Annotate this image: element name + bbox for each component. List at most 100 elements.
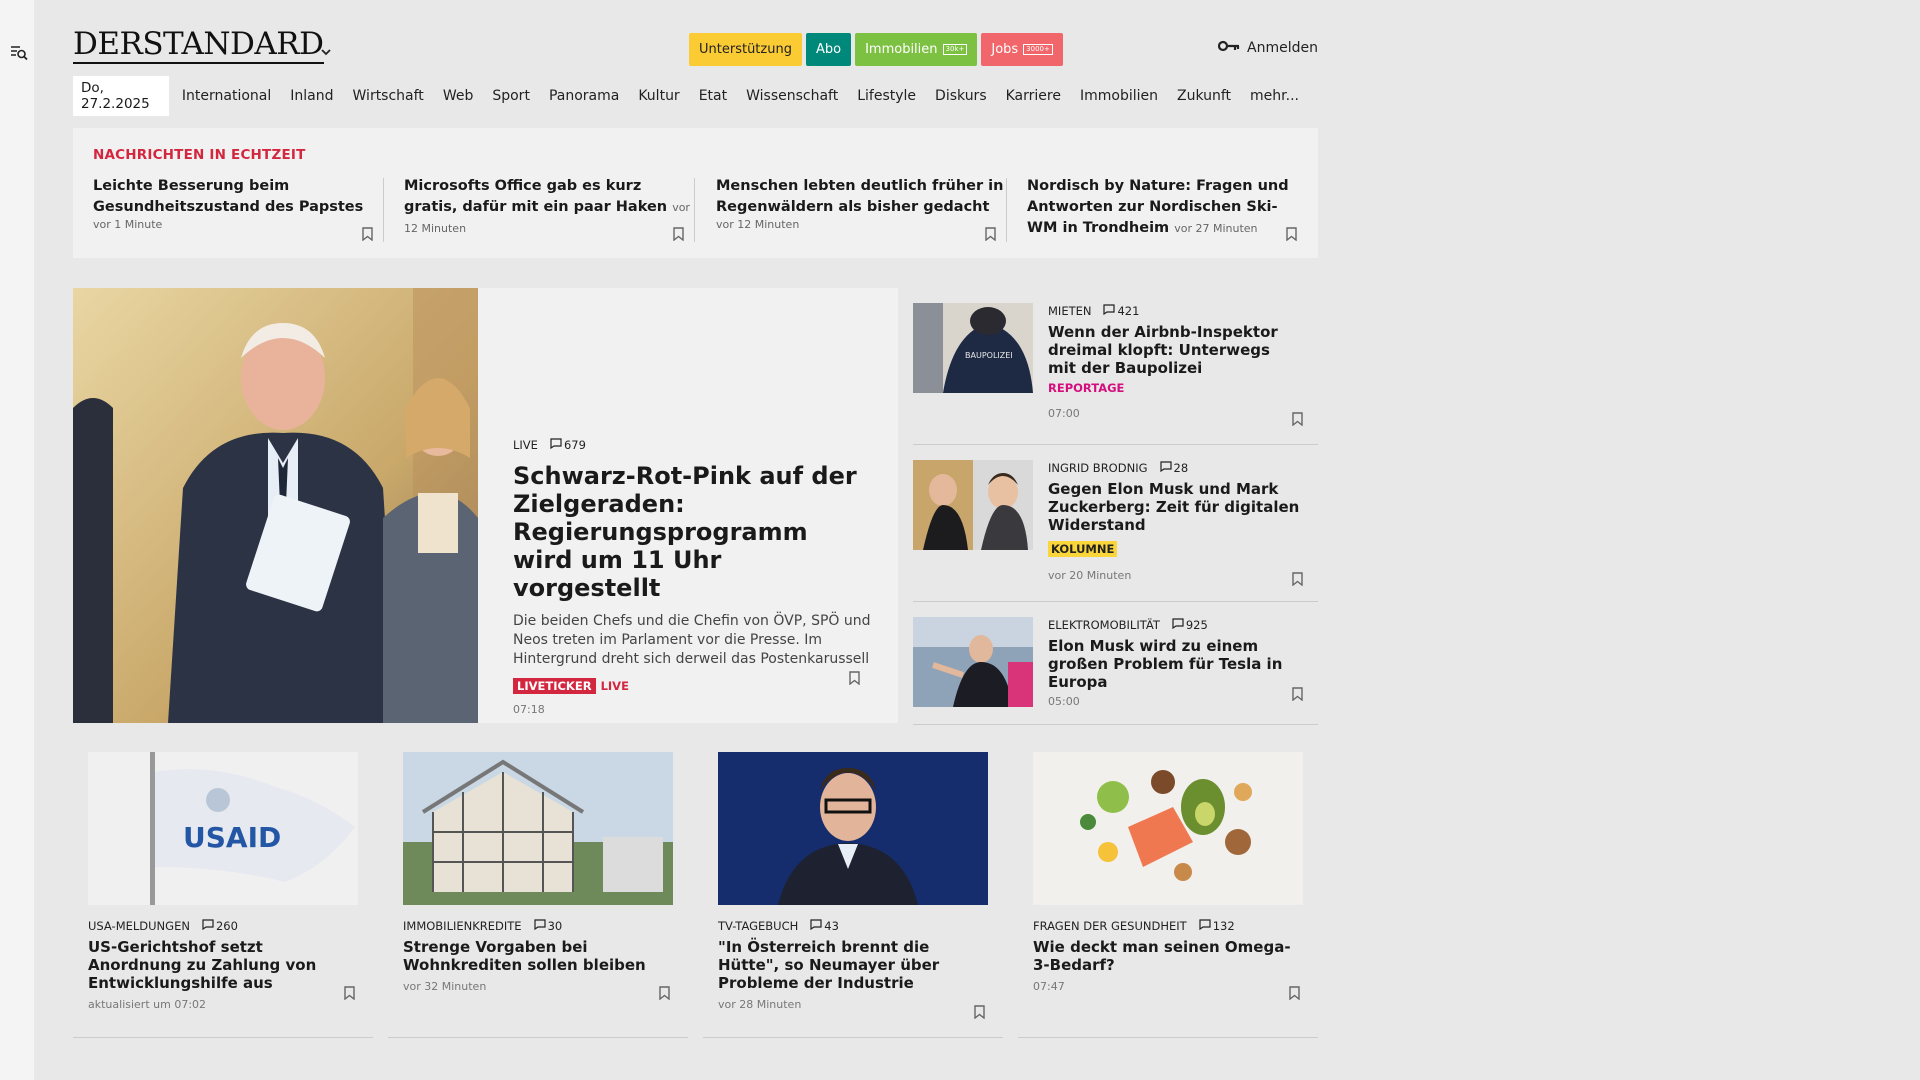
article-kicker: INGRID BRODNIG 28 [1048,461,1303,475]
article-thumbnail[interactable] [913,617,1033,707]
nav-item[interactable]: International [182,88,271,104]
bookmark-icon[interactable] [1292,686,1303,702]
nav-item[interactable]: Sport [492,88,530,104]
comments-count[interactable]: 421 [1103,304,1139,318]
liveticker-badge: LIVETICKER [513,678,596,694]
article-thumbnail[interactable] [913,460,1033,550]
bookmark-icon[interactable] [974,1004,985,1020]
article-card[interactable]: TV-TAGEBUCH 43 "In Österreich brennt die… [703,752,1003,1038]
nav-item[interactable]: Lifestyle [857,88,916,104]
article-image[interactable] [1033,752,1303,905]
article-title[interactable]: Elon Musk wird zu einem großen Problem f… [1048,637,1303,691]
jobs-label: Jobs [991,42,1019,57]
login-label: Anmelden [1247,40,1318,56]
comments-number: 28 [1173,461,1189,475]
comments-number: 132 [1212,919,1235,933]
article-card[interactable]: USAID USA-MELDUNGEN 260 US-Gerichtshof s… [73,752,373,1038]
bookmark-icon[interactable] [659,985,670,1001]
bookmark-icon[interactable] [344,985,355,1001]
header-pills: Unterstützung Abo Immobilien 30k+ Jobs 300… [689,33,1063,66]
nav-item[interactable]: Inland [290,88,333,104]
comments-count[interactable]: 28 [1159,461,1189,475]
left-sidebar [0,0,34,1080]
nav-item-more[interactable]: mehr... [1250,88,1299,104]
ticker-item[interactable]: Microsofts Office gab es kurz gratis, da… [404,176,694,256]
nav-item[interactable]: Panorama [549,88,619,104]
bookmark-icon[interactable] [362,226,373,242]
bookmark-icon[interactable] [985,226,996,242]
comment-icon [533,919,546,933]
nav-item[interactable]: Kultur [638,88,679,104]
ticker-item-title[interactable]: Leichte Besserung beim Gesundheitszustan… [93,178,363,215]
article-time: 07:47 [1033,980,1065,993]
nav-item[interactable]: Web [443,88,474,104]
comments-number: 421 [1117,304,1140,318]
abo-button[interactable]: Abo [805,33,852,66]
nav-item[interactable]: Etat [699,88,727,104]
nav-item[interactable]: Karriere [1006,88,1061,104]
feature-body: LIVE 679 Schwarz-Rot-Pink auf der Zielge… [513,438,873,716]
nav-item[interactable]: Zukunft [1177,88,1231,104]
side-article[interactable]: ELEKTROMOBILITÄT 925 Elon Musk wird zu e… [913,602,1318,725]
article-title[interactable]: Gegen Elon Musk und Mark Zuckerberg: Zei… [1048,480,1303,534]
site-logo[interactable]: DERSTANDARD [73,28,324,64]
article-title[interactable]: Wie deckt man seinen Omega-3-Bedarf? [1033,938,1303,974]
nav-item[interactable]: Diskurs [935,88,987,104]
support-button[interactable]: Unterstützung [689,33,802,66]
article-title[interactable]: "In Österreich brennt die Hütte", so Neu… [718,938,988,992]
article-title[interactable]: Strenge Vorgaben bei Wohnkrediten sollen… [403,938,673,974]
ticker-item[interactable]: Nordisch by Nature: Fragen und Antworten… [1027,176,1307,256]
article-image[interactable] [718,752,988,905]
jobs-button[interactable]: Jobs 3000+ [981,33,1063,66]
article-card[interactable]: IMMOBILIENKREDITE 30 Strenge Vorgaben be… [388,752,688,1038]
bookmark-icon[interactable] [1289,985,1300,1001]
bookmark-icon[interactable] [849,670,860,686]
kicker-label: ELEKTROMOBILITÄT [1048,618,1160,632]
immobilien-button[interactable]: Immobilien 30k+ [855,33,978,66]
divider [383,178,384,242]
bookmark-icon[interactable] [1292,571,1303,587]
side-article[interactable]: INGRID BRODNIG 28 Gegen Elon Musk und Ma… [913,445,1318,602]
abo-label: Abo [815,42,842,57]
bookmark-icon[interactable] [1286,226,1297,242]
nav-item[interactable]: Immobilien [1080,88,1158,104]
comments-count[interactable]: 43 [810,919,839,933]
kicker-label: IMMOBILIENKREDITE [403,919,522,933]
comments-count[interactable]: 679 [550,438,586,452]
bookmark-icon[interactable] [673,226,684,242]
ticker-item[interactable]: Menschen lebten deutlich früher in Regen… [716,176,1006,256]
key-icon [1217,40,1240,56]
divider [1006,178,1007,242]
article-card[interactable]: FRAGEN DER GESUNDHEIT 132 Wie deckt man … [1018,752,1318,1038]
article-image[interactable] [403,752,673,905]
article-title[interactable]: US-Gerichtshof setzt Anordnung zu Zahlun… [88,938,358,992]
comments-count[interactable]: 925 [1172,618,1208,632]
article-image[interactable]: USAID [88,752,358,905]
kicker-label: USA-MELDUNGEN [88,919,190,933]
side-article-list: BAUPOLIZEI MIETEN 421 Wenn der Airbnb-In… [913,288,1318,725]
article-thumbnail[interactable]: BAUPOLIZEI [913,303,1033,393]
kicker-label: MIETEN [1048,304,1092,318]
feature-article[interactable]: LIVE 679 Schwarz-Rot-Pink auf der Zielge… [73,288,898,723]
ticker-item-title[interactable]: Menschen lebten deutlich früher in Regen… [716,178,1003,215]
comments-count[interactable]: 132 [1199,919,1235,933]
article-time: 05:00 [1048,695,1080,708]
feature-photo[interactable] [73,288,478,723]
comments-count[interactable]: 30 [533,919,562,933]
nav-item[interactable]: Wissenschaft [746,88,838,104]
login-button[interactable]: Anmelden [1217,40,1318,56]
article-title[interactable]: Wenn der Airbnb-Inspektor dreimal klopft… [1048,323,1303,377]
ticker-item[interactable]: Leichte Besserung beim Gesundheitszustan… [93,176,383,256]
side-article[interactable]: BAUPOLIZEI MIETEN 421 Wenn der Airbnb-In… [913,288,1318,445]
ticker-item-title[interactable]: Microsofts Office gab es kurz gratis, da… [404,178,667,215]
nav-item[interactable]: Wirtschaft [353,88,424,104]
chevron-down-icon[interactable] [320,42,332,56]
article-time: aktualisiert um 07:02 [88,998,207,1011]
kolumne-tag: KOLUMNE [1048,541,1118,557]
feature-title[interactable]: Schwarz-Rot-Pink auf der Zielgeraden: Re… [513,462,873,602]
comment-icon [1199,919,1211,933]
comments-number: 679 [563,438,586,452]
bookmark-icon[interactable] [1292,411,1303,427]
comments-count[interactable]: 260 [202,919,238,933]
menu-search-icon[interactable] [10,44,28,62]
